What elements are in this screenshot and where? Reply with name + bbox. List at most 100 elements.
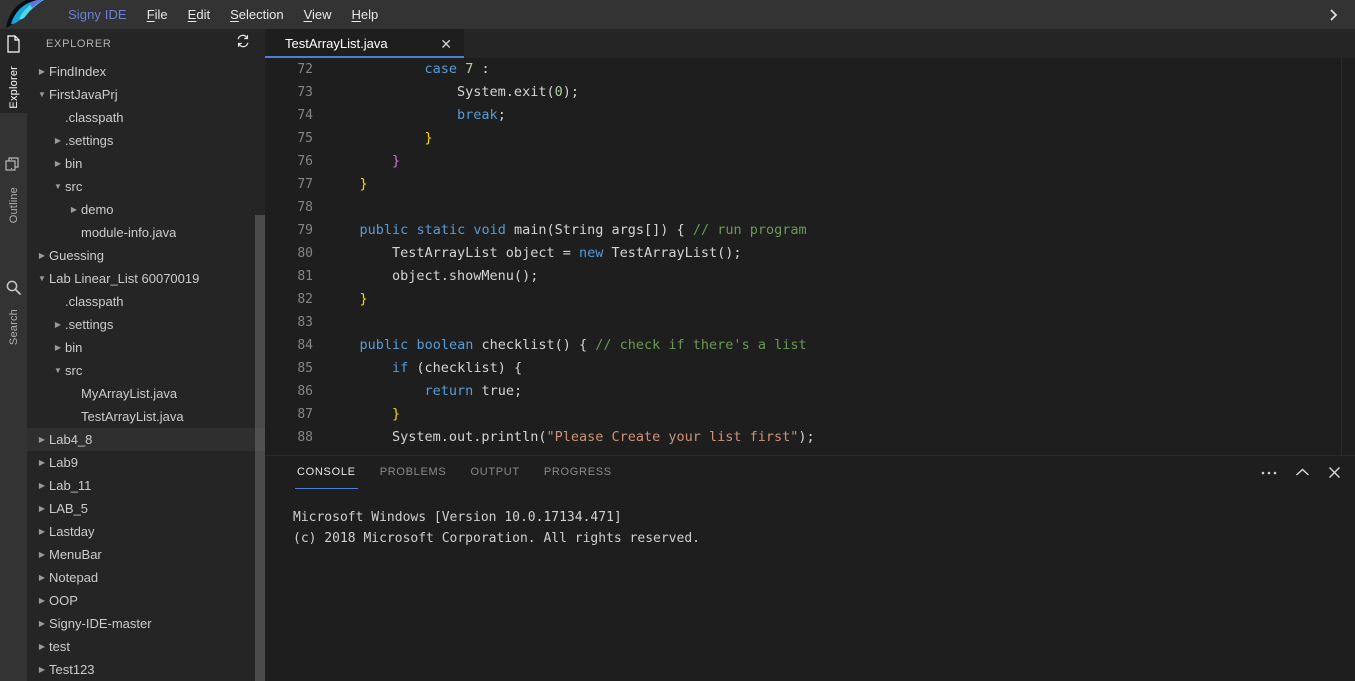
menu-view[interactable]: View [294,0,342,29]
code-line[interactable]: 76 } [265,150,1355,173]
tree-item[interactable]: ▶TestArrayList.java [27,405,265,428]
chevron-right-icon[interactable]: ▶ [35,642,49,651]
tree-item[interactable]: ▶ bin [27,336,265,359]
code-line[interactable]: 81 object.showMenu(); [265,265,1355,288]
line-number: 81 [297,269,313,284]
tree-item-label: demo [81,202,114,217]
code-line[interactable]: 87 } [265,403,1355,426]
code-line[interactable]: 84 public boolean checklist() { // check… [265,334,1355,357]
chevron-right-icon[interactable]: ▶ [35,550,49,559]
code-editor[interactable]: 72 case 7 :73 System.exit(0); 74 break; 75… [265,58,1355,455]
panel-tab-console[interactable]: CONSOLE [285,456,368,489]
menu-file[interactable]: File [137,0,178,29]
tree-item[interactable]: ▼ Lab Linear_List 60070019 [27,267,265,290]
activity-item-explorer[interactable]: Explorer [0,29,27,113]
tree-item[interactable]: ▶ Lab_11 [27,474,265,497]
panel-tab-progress[interactable]: PROGRESS [532,456,624,489]
chevron-right-icon[interactable]: ▶ [35,504,49,513]
tree-item[interactable]: ▶ FindIndex [27,60,265,83]
tree-item[interactable]: ▼ src [27,175,265,198]
code-line[interactable]: 78 [265,196,1355,219]
tree-item[interactable]: ▶MyArrayList.java [27,382,265,405]
ellipsis-icon[interactable] [1261,470,1277,476]
menu-help[interactable]: Help [342,0,389,29]
chevron-right-icon[interactable]: ▶ [35,481,49,490]
tree-item[interactable]: ▶ Test123 [27,658,265,681]
tree-item[interactable]: ▶ Signy-IDE-master [27,612,265,635]
tree-item[interactable]: ▼ src [27,359,265,382]
code-line[interactable]: 83 [265,311,1355,334]
refresh-icon[interactable] [235,33,251,54]
code-line[interactable]: 85 if (checklist) { [265,357,1355,380]
code-line[interactable]: 86 return true; [265,380,1355,403]
close-panel-icon[interactable] [1328,466,1341,479]
console-line: (c) 2018 Microsoft Corporation. All righ… [293,531,700,546]
panel-tab-problems[interactable]: PROBLEMS [368,456,459,489]
chevron-right-icon[interactable]: ▶ [35,573,49,582]
tree-item[interactable]: ▶ Guessing [27,244,265,267]
close-icon[interactable]: ✕ [440,37,452,51]
chevron-right-icon[interactable]: ▶ [35,665,49,674]
tree-item[interactable]: ▶ .settings [27,129,265,152]
tree-item[interactable]: ▶ MenuBar [27,543,265,566]
code-line[interactable]: 82 } [265,288,1355,311]
menu-selection[interactable]: Selection [220,0,293,29]
chevron-down-icon[interactable]: ▼ [35,90,49,99]
code-line[interactable]: 72 case 7 : [265,58,1355,81]
code-line-text: } [392,406,401,422]
code-line[interactable]: 74 break; [265,104,1355,127]
code-line[interactable]: 88 System.out.println("Please Create you… [265,426,1355,449]
chevron-right-icon[interactable]: ▶ [35,458,49,467]
panel-tab-output[interactable]: OUTPUT [458,456,531,489]
bottom-panel: CONSOLE PROBLEMS OUTPUT PROGRESS Microso… [265,455,1355,681]
chevron-right-icon[interactable]: ▶ [35,527,49,536]
chevron-up-icon[interactable] [1295,467,1310,478]
chevron-down-icon[interactable]: ▼ [51,366,65,375]
tree-item[interactable]: ▶ demo [27,198,265,221]
chevron-right-icon[interactable]: ▶ [67,205,81,214]
activity-item-outline[interactable]: Outline [0,151,27,227]
tree-item[interactable]: ▶ .settings [27,313,265,336]
tree-item[interactable]: ▶ test [27,635,265,658]
activity-item-search[interactable]: Search [0,273,27,349]
code-line[interactable]: 77 } [265,173,1355,196]
chevron-right-icon[interactable]: ▶ [51,159,65,168]
tree-item-label: bin [65,340,83,355]
file-icon [6,29,21,60]
tree-item[interactable]: ▶.classpath [27,290,265,313]
tree-item[interactable]: ▶ Lastday [27,520,265,543]
line-number: 88 [297,430,313,445]
brand-label[interactable]: Signy IDE [58,0,137,29]
chevron-right-icon[interactable]: ▶ [51,320,65,329]
code-line[interactable]: 80 TestArrayList object = new TestArrayL… [265,242,1355,265]
line-number: 87 [297,407,313,422]
chevron-down-icon[interactable]: ▼ [35,274,49,283]
code-line[interactable]: 75 } [265,127,1355,150]
activity-bar: Explorer Outline Search [0,29,27,681]
code-line[interactable]: 73 System.exit(0); [265,81,1355,104]
tree-item[interactable]: ▶ bin [27,152,265,175]
tree-item[interactable]: ▶.classpath [27,106,265,129]
tree-item[interactable]: ▼ FirstJavaPrj [27,83,265,106]
chevron-right-icon[interactable]: ▶ [51,343,65,352]
tree-item[interactable]: ▶ LAB_5 [27,497,265,520]
tree-item[interactable]: ▶ Lab4_8 [27,428,265,451]
editor-tab-testarraylist[interactable]: TestArrayList.java ✕ [265,29,465,58]
menu-edit[interactable]: Edit [178,0,220,29]
tree-item-label: Lab9 [49,455,78,470]
tree-item[interactable]: ▶ OOP [27,589,265,612]
chevron-right-icon[interactable]: ▶ [35,435,49,444]
sidebar-scrollbar[interactable] [255,215,265,681]
chevron-right-icon[interactable]: ▶ [35,251,49,260]
chevron-right-icon[interactable]: ▶ [35,596,49,605]
tree-item[interactable]: ▶ Notepad [27,566,265,589]
chevron-right-icon[interactable]: ▶ [35,619,49,628]
editor-scrollbar[interactable] [1341,58,1355,455]
code-line[interactable]: 79 public static void main(String args[]… [265,219,1355,242]
expand-toggle[interactable] [1311,0,1355,29]
chevron-right-icon[interactable]: ▶ [51,136,65,145]
tree-item[interactable]: ▶ Lab9 [27,451,265,474]
chevron-down-icon[interactable]: ▼ [51,182,65,191]
tree-item[interactable]: ▶module-info.java [27,221,265,244]
chevron-right-icon[interactable]: ▶ [35,67,49,76]
